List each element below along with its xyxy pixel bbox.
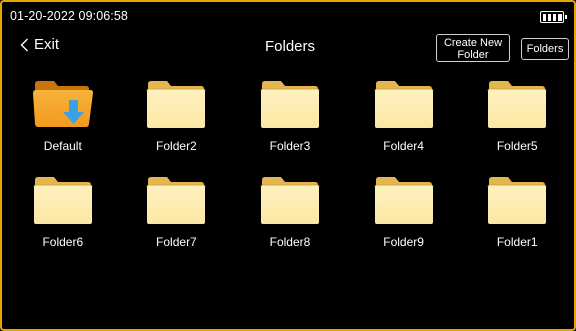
create-button-line1: Create New: [443, 37, 503, 49]
battery-full-icon: [540, 11, 567, 23]
folder-icon: [487, 81, 547, 128]
folder-label: Folder7: [156, 235, 197, 249]
folder-item[interactable]: Folder4: [347, 78, 461, 153]
folder-icon: [260, 177, 320, 224]
create-new-folder-button[interactable]: Create New Folder: [436, 34, 510, 62]
folder-item[interactable]: Default: [6, 78, 120, 153]
header-bar: Exit Folders Create New Folder Folders: [2, 32, 576, 66]
folder-label: Folder2: [156, 139, 197, 153]
folder-download-icon: [32, 81, 93, 127]
datetime-readout: 01-20-2022 09:06:58: [10, 9, 128, 23]
folders-button[interactable]: Folders: [521, 38, 569, 60]
folder-icon: [33, 177, 93, 224]
folder-item[interactable]: Folder9: [347, 174, 461, 249]
folder-label: Folder6: [42, 235, 84, 249]
folder-item[interactable]: Folder3: [233, 78, 347, 153]
folder-icon: [260, 81, 320, 128]
folder-icon: [487, 177, 547, 224]
folder-item[interactable]: Folder8: [233, 174, 347, 249]
folder-icon: [374, 177, 433, 224]
folder-grid: Default Folder2 Folder3 Folder4 Folder5 …: [6, 78, 574, 249]
folder-label: Folder9: [383, 235, 424, 249]
folder-item[interactable]: Folder2: [120, 78, 234, 153]
folder-item[interactable]: Folder1: [460, 174, 574, 249]
folder-icon: [374, 81, 433, 128]
folder-label: Folder4: [383, 139, 424, 153]
folder-label: Folder1: [496, 235, 538, 249]
folder-label: Folder3: [269, 139, 311, 153]
device-screen: 01-20-2022 09:06:58 Exit Folders Create …: [0, 0, 576, 331]
folder-label: Folder8: [269, 235, 311, 249]
folder-label: Folder5: [496, 139, 538, 153]
create-button-line2: Folder: [457, 49, 489, 61]
folder-label: Default: [43, 139, 82, 153]
folder-item[interactable]: Folder7: [120, 174, 234, 249]
folder-icon: [146, 177, 206, 224]
folder-icon: [146, 81, 206, 128]
status-bar: 01-20-2022 09:06:58: [10, 9, 567, 27]
folder-item[interactable]: Folder6: [6, 174, 120, 249]
folder-item[interactable]: Folder5: [460, 78, 574, 153]
